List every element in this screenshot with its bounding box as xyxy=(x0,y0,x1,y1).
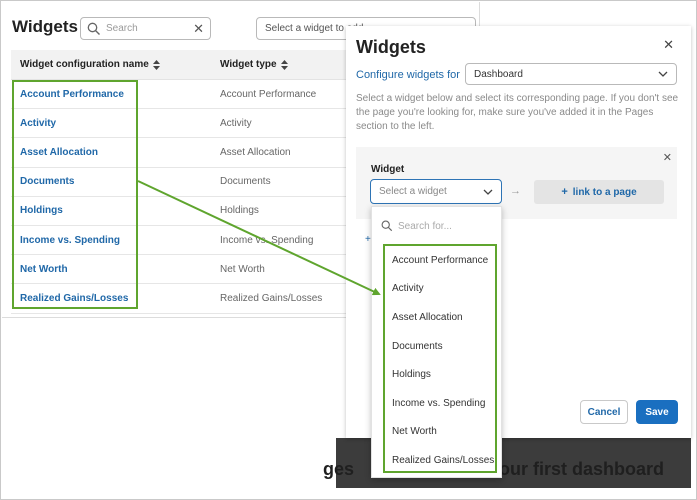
configure-widgets-label: Configure widgets for xyxy=(356,69,460,81)
highlight-box-table xyxy=(12,80,138,309)
widget-dropdown: Search for... Account Performance Activi… xyxy=(371,206,502,478)
dropdown-option[interactable]: Asset Allocation xyxy=(385,303,495,332)
widget-select[interactable]: Select a widget xyxy=(370,179,502,204)
column-header-name[interactable]: Widget configuration name xyxy=(11,59,211,70)
screenshot-frame: Widgets Search ✕ Select a widget to add … xyxy=(0,0,697,500)
clear-icon[interactable]: ✕ xyxy=(193,21,204,37)
add-widget-plus-icon[interactable]: + xyxy=(365,234,371,245)
cancel-button[interactable]: Cancel xyxy=(580,400,628,424)
link-to-page-label: link to a page xyxy=(572,186,637,198)
widget-select-placeholder: Select a widget xyxy=(379,186,447,197)
search-icon xyxy=(381,220,393,232)
dropdown-option[interactable]: Holdings xyxy=(385,360,495,389)
save-button[interactable]: Save xyxy=(636,400,678,424)
widget-type: Documents xyxy=(220,176,271,188)
link-to-page-button[interactable]: + link to a page xyxy=(534,180,664,204)
widget-label: Widget xyxy=(371,164,405,175)
background-heading-fragment: ges xyxy=(323,459,355,479)
background-heading-fragment: our first dashboard xyxy=(499,459,665,479)
sort-icon xyxy=(152,59,160,70)
search-icon xyxy=(87,22,100,35)
modal-description: Select a widget below and select its cor… xyxy=(356,93,679,132)
search-input[interactable]: Search ✕ xyxy=(80,17,211,40)
dashboard-select[interactable]: Dashboard xyxy=(465,63,677,85)
chevron-down-icon xyxy=(658,71,668,77)
column-header-type[interactable]: Widget type xyxy=(211,59,288,70)
dashboard-select-value: Dashboard xyxy=(474,68,523,80)
widget-type: Account Performance xyxy=(220,88,317,100)
dropdown-option[interactable]: Activity xyxy=(385,275,495,304)
dropdown-option[interactable]: Net Worth xyxy=(385,418,495,447)
remove-widget-icon[interactable]: ✕ xyxy=(663,151,672,164)
arrow-right-icon: → xyxy=(510,185,521,197)
widget-type: Net Worth xyxy=(220,263,265,275)
widget-type: Holdings xyxy=(220,205,259,217)
dropdown-option[interactable]: Income vs. Spending xyxy=(385,389,495,418)
search-placeholder: Search xyxy=(106,23,138,34)
plus-icon: + xyxy=(561,186,568,198)
dropdown-option[interactable]: Account Performance xyxy=(385,246,495,275)
widget-type: Realized Gains/Losses xyxy=(220,292,323,304)
dropdown-options: Account Performance Activity Asset Alloc… xyxy=(383,244,497,473)
widget-type: Income vs. Spending xyxy=(220,234,314,246)
widget-type: Activity xyxy=(220,117,252,129)
dropdown-search-input[interactable]: Search for... xyxy=(378,215,496,237)
dropdown-option[interactable]: Documents xyxy=(385,332,495,361)
page-title: Widgets xyxy=(12,17,78,36)
close-icon[interactable]: ✕ xyxy=(663,37,674,53)
sort-icon xyxy=(280,59,288,70)
modal-title: Widgets xyxy=(356,37,426,57)
dropdown-option[interactable]: Realized Gains/Losses xyxy=(385,446,495,475)
dropdown-search-placeholder: Search for... xyxy=(398,220,452,232)
widget-type: Asset Allocation xyxy=(220,146,291,158)
chevron-down-icon xyxy=(483,189,493,195)
